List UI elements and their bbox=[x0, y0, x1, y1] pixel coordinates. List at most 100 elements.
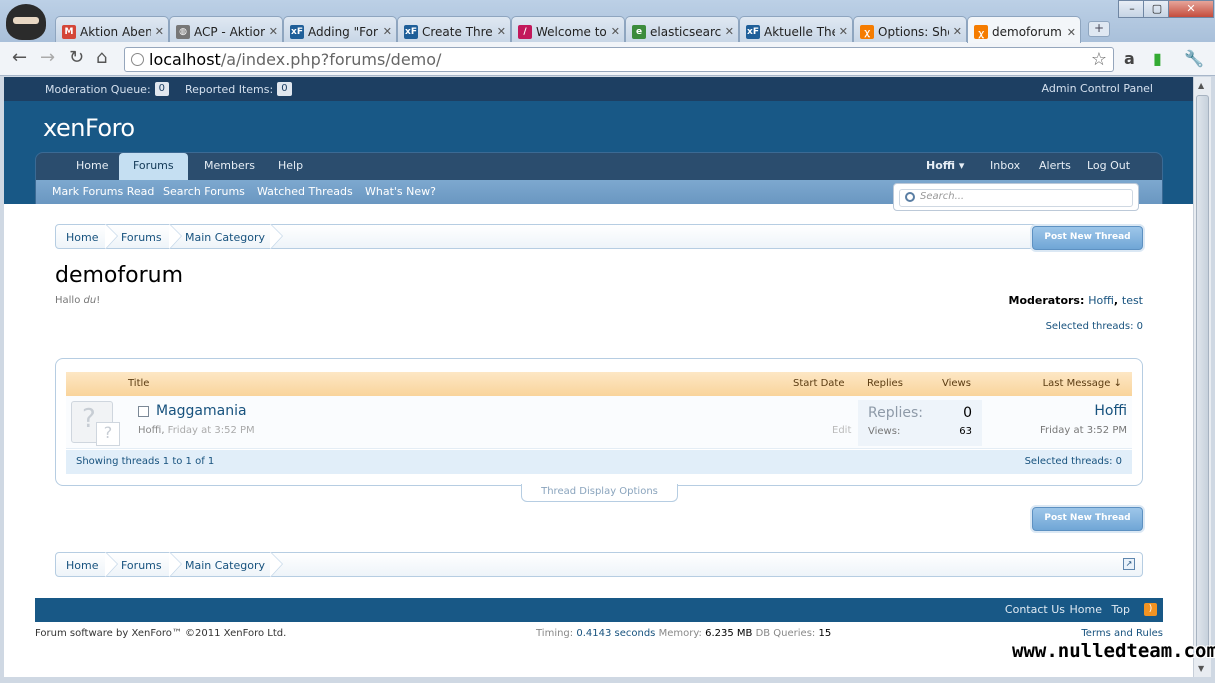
search-forums-link[interactable]: Search Forums bbox=[163, 185, 245, 198]
maximize-button[interactable]: ▢ bbox=[1143, 0, 1171, 18]
thread-select-checkbox[interactable] bbox=[138, 406, 149, 417]
reload-icon[interactable]: ↻ bbox=[69, 49, 84, 67]
column-title[interactable]: Title bbox=[128, 378, 149, 389]
browser-tab[interactable]: xF Adding "For ✕ bbox=[283, 16, 397, 42]
minimize-button[interactable]: – bbox=[1118, 0, 1146, 18]
forward-arrow-icon[interactable]: → bbox=[40, 49, 55, 67]
logout-link[interactable]: Log Out bbox=[1073, 153, 1144, 180]
close-tab-icon[interactable]: ✕ bbox=[611, 25, 620, 38]
browser-tab[interactable]: / Welcome to ✕ bbox=[511, 16, 625, 42]
signal-bars-extension-icon[interactable]: ▮ bbox=[1153, 49, 1162, 68]
copyright[interactable]: Forum software by XenForo™ ©2011 XenForo… bbox=[35, 628, 286, 639]
selected-threads-link[interactable]: Selected threads: 0 bbox=[1046, 321, 1143, 332]
breadcrumb-forums[interactable]: Forums bbox=[121, 231, 162, 244]
close-tab-icon[interactable]: ✕ bbox=[1067, 26, 1076, 39]
browser-tab[interactable]: M Aktion Aben ✕ bbox=[55, 16, 169, 42]
address-bar[interactable]: localhost/a/index.php?forums/demo/ ☆ bbox=[124, 47, 1114, 72]
moderator-link[interactable]: test bbox=[1122, 294, 1143, 307]
browser-tab-active[interactable]: ꭓ demoforum ✕ bbox=[967, 16, 1081, 43]
column-views[interactable]: Views bbox=[942, 378, 971, 389]
last-message-time[interactable]: Friday at 3:52 PM bbox=[1040, 425, 1127, 436]
thread-list-footer: Showing threads 1 to 1 of 1 Selected thr… bbox=[66, 450, 1132, 474]
home-icon[interactable]: ⌂ bbox=[96, 49, 107, 67]
admin-control-panel-link[interactable]: Admin Control Panel bbox=[1042, 82, 1154, 95]
terms-and-rules-link[interactable]: Terms and Rules bbox=[1081, 628, 1163, 639]
nav-tab-forums[interactable]: Forums bbox=[119, 153, 188, 181]
wrench-menu-icon[interactable]: 🔧 bbox=[1184, 49, 1204, 68]
breadcrumb-home[interactable]: Home bbox=[66, 559, 98, 572]
breadcrumb-home[interactable]: Home bbox=[66, 231, 98, 244]
selected-threads-link[interactable]: Selected threads: 0 bbox=[1025, 456, 1122, 467]
reported-items-link[interactable]: Reported Items: 0 bbox=[185, 82, 292, 96]
close-tab-icon[interactable]: ✕ bbox=[839, 25, 848, 38]
views-count: 63 bbox=[959, 426, 972, 437]
search-icon bbox=[905, 192, 915, 202]
watched-threads-link[interactable]: Watched Threads bbox=[257, 185, 353, 198]
search-input[interactable]: Search... bbox=[899, 189, 1133, 207]
thread-meta: Hoffi, Friday at 3:52 PM bbox=[138, 425, 255, 436]
browser-tab[interactable]: xF Aktuelle The ✕ bbox=[739, 16, 853, 42]
breadcrumb-forums[interactable]: Forums bbox=[121, 559, 162, 572]
thread-list-header: Title Start Date Replies Views Last Mess… bbox=[66, 372, 1132, 396]
site-logo[interactable]: xenForo bbox=[43, 114, 135, 142]
breadcrumb-main-category[interactable]: Main Category bbox=[185, 559, 265, 572]
close-tab-icon[interactable]: ✕ bbox=[497, 25, 506, 38]
nav-tab-home[interactable]: Home bbox=[62, 153, 122, 180]
moderator-bar: Moderation Queue: 0 Reported Items: 0 Admi… bbox=[4, 77, 1193, 101]
bookmark-star-icon[interactable]: ☆ bbox=[1091, 49, 1107, 70]
breadcrumb: Home Forums Main Category ↗ bbox=[55, 552, 1143, 577]
chrome-ninja-avatar-icon bbox=[6, 4, 46, 40]
xampp-icon: ꭓ bbox=[860, 24, 874, 39]
close-tab-icon[interactable]: ✕ bbox=[383, 25, 392, 38]
scrollbar-thumb[interactable] bbox=[1196, 95, 1209, 655]
forum-description: Hallo du! bbox=[55, 295, 101, 306]
page-scrollbar[interactable]: ▲ ▼ bbox=[1193, 77, 1211, 677]
nav-tab-help[interactable]: Help bbox=[264, 153, 317, 180]
back-arrow-icon[interactable]: ← bbox=[12, 49, 27, 67]
contact-us-link[interactable]: Contact Us bbox=[1005, 603, 1065, 616]
browser-tab[interactable]: eelasticsearch✕ bbox=[625, 16, 739, 42]
top-link[interactable]: Top bbox=[1111, 603, 1130, 616]
page-info-icon bbox=[131, 53, 144, 66]
moderator-link[interactable]: Hoffi bbox=[1088, 294, 1114, 307]
close-tab-icon[interactable]: ✕ bbox=[269, 25, 278, 38]
moderation-queue-link[interactable]: Moderation Queue: 0 bbox=[45, 82, 170, 96]
browser-tab[interactable]: ◍ ACP - Aktior ✕ bbox=[169, 16, 283, 42]
last-message-user-link[interactable]: Hoffi bbox=[1094, 403, 1127, 419]
jump-to-icon[interactable]: ↗ bbox=[1123, 558, 1135, 570]
thread-title-link[interactable]: Maggamania bbox=[156, 403, 247, 419]
breadcrumb-main-category[interactable]: Main Category bbox=[185, 231, 265, 244]
window-close-button[interactable]: ✕ bbox=[1168, 0, 1214, 18]
nav-tab-members[interactable]: Members bbox=[190, 153, 269, 180]
gmail-icon: M bbox=[62, 24, 76, 39]
thread-display-options-toggle[interactable]: Thread Display Options bbox=[521, 484, 678, 502]
close-tab-icon[interactable]: ✕ bbox=[725, 25, 734, 38]
breadcrumb-separator bbox=[270, 552, 283, 577]
user-menu[interactable]: Hoffi ▾ bbox=[912, 153, 978, 180]
browser-tab[interactable]: ꭓ Options: Sho ✕ bbox=[853, 16, 967, 42]
column-replies[interactable]: Replies bbox=[867, 378, 903, 389]
amazon-extension-icon[interactable]: a bbox=[1124, 49, 1135, 68]
search-box: Search... bbox=[893, 183, 1139, 211]
mark-forums-read-link[interactable]: Mark Forums Read bbox=[52, 185, 154, 198]
new-tab-button[interactable]: + bbox=[1088, 21, 1110, 37]
rss-icon[interactable]: ) bbox=[1144, 603, 1157, 616]
close-tab-icon[interactable]: ✕ bbox=[953, 25, 962, 38]
post-new-thread-button[interactable]: Post New Thread bbox=[1032, 507, 1143, 531]
debug-timing: Timing: 0.4143 seconds Memory: 6.235 MB … bbox=[536, 628, 832, 639]
edit-thread-link[interactable]: Edit bbox=[832, 425, 851, 436]
scroll-down-icon[interactable]: ▼ bbox=[1198, 664, 1204, 673]
column-start-date[interactable]: Start Date bbox=[793, 378, 845, 389]
avatar[interactable] bbox=[71, 401, 120, 446]
close-tab-icon[interactable]: ✕ bbox=[155, 25, 164, 38]
whats-new-link[interactable]: What's New? bbox=[365, 185, 436, 198]
breadcrumb: Home Forums Main Category ↗ bbox=[55, 224, 1143, 249]
scroll-up-icon[interactable]: ▲ bbox=[1198, 81, 1204, 90]
footer-home-link[interactable]: Home bbox=[1070, 603, 1102, 616]
browser-tab[interactable]: xF Create Threa ✕ bbox=[397, 16, 511, 42]
post-new-thread-button[interactable]: Post New Thread bbox=[1032, 226, 1143, 250]
breadcrumb-separator bbox=[105, 224, 118, 249]
thread-author-link[interactable]: Hoffi bbox=[138, 425, 161, 436]
breadcrumb-separator bbox=[169, 224, 182, 249]
column-last-message[interactable]: Last Message ↓ bbox=[1043, 378, 1122, 389]
